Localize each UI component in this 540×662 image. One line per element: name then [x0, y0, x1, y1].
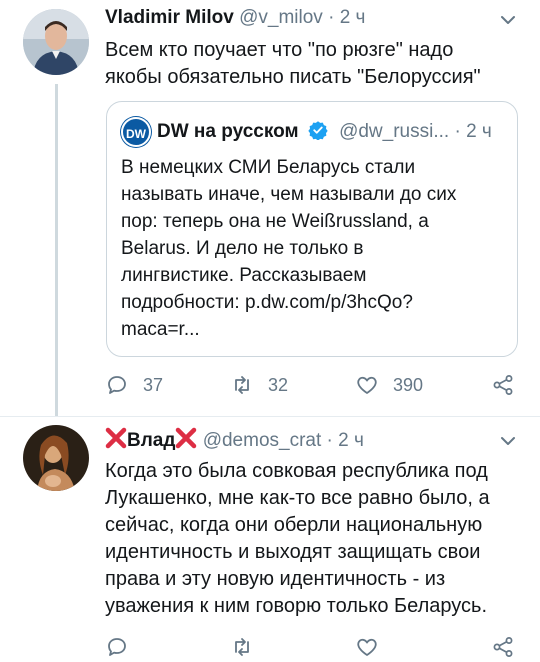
avatar[interactable]	[23, 425, 89, 491]
separator: ·	[454, 121, 461, 142]
dw-logo-avatar[interactable]: DW	[121, 117, 151, 147]
tweet-text: Всем кто поучает что "по рюзге" надо яко…	[105, 39, 481, 88]
verified-badge-icon	[308, 121, 328, 140]
thread-line	[55, 84, 58, 416]
separator: ·	[326, 430, 333, 451]
reply-button[interactable]	[105, 632, 129, 662]
reply-icon	[108, 638, 126, 656]
avatar-painting	[23, 425, 89, 491]
tweet-header: Vladimir Milov @v_milov · 2 ч	[105, 6, 365, 30]
share-icon	[493, 637, 513, 657]
retweet-count: 32	[268, 374, 289, 395]
red-cross-icon	[175, 427, 197, 456]
quoted-header: DW на русском @dw_russi... · 2 ч	[157, 120, 492, 144]
like-button[interactable]	[355, 632, 379, 662]
retweet-button[interactable]	[230, 632, 254, 662]
chevron-down-icon[interactable]	[498, 10, 518, 30]
heart-icon	[357, 376, 377, 394]
author-name[interactable]: Влад	[127, 430, 175, 451]
timestamp[interactable]: 2 ч	[338, 430, 364, 451]
reply-count: 37	[143, 374, 164, 395]
quoted-author-name[interactable]: DW на русском	[157, 121, 299, 142]
quoted-tweet[interactable]: DW DW на русском @dw_russi... · 2 ч В не…	[106, 101, 518, 357]
quoted-timestamp[interactable]: 2 ч	[466, 121, 492, 142]
timestamp[interactable]: 2 ч	[340, 7, 366, 28]
separator: ·	[328, 7, 335, 28]
retweet-button[interactable]: 32	[230, 370, 288, 400]
avatar-photo	[23, 9, 89, 75]
avatar[interactable]	[23, 9, 89, 75]
quoted-author-handle[interactable]: @dw_russi...	[339, 121, 449, 142]
chevron-down-icon[interactable]	[498, 431, 518, 451]
like-button[interactable]: 390	[355, 370, 423, 400]
red-cross-icon	[105, 427, 127, 456]
tweet-actions: 37 32 390	[105, 370, 525, 400]
share-button[interactable]	[491, 370, 515, 400]
heart-icon	[357, 638, 377, 656]
tweet-vladimir-milov[interactable]: Vladimir Milov @v_milov · 2 ч Всем кто п…	[0, 0, 540, 416]
retweet-icon	[235, 376, 249, 394]
author-handle[interactable]: @v_milov	[239, 7, 323, 28]
reply-icon	[108, 376, 126, 394]
tweet-actions	[105, 632, 525, 662]
reply-button[interactable]: 37	[105, 370, 163, 400]
like-count: 390	[393, 374, 424, 395]
tweet-text: Когда это была совковая республика под Л…	[105, 460, 490, 617]
share-button[interactable]	[491, 632, 515, 662]
quoted-text: В немецких СМИ Беларусь стали называть и…	[121, 157, 457, 340]
tweet-vlad[interactable]: Влад @demos_crat · 2 ч Когда это была со…	[0, 417, 540, 657]
share-icon	[493, 375, 513, 395]
author-handle[interactable]: @demos_crat	[203, 430, 322, 451]
author-name[interactable]: Vladimir Milov	[105, 7, 234, 28]
tweet-header: Влад @demos_crat · 2 ч	[105, 427, 364, 456]
retweet-icon	[235, 638, 249, 656]
